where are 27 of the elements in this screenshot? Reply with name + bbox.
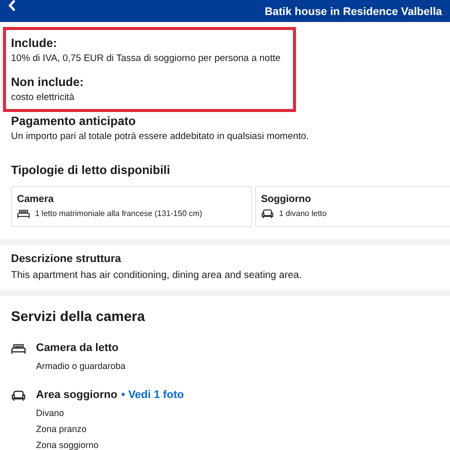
photo-link[interactable]: • Vedi 1 foto bbox=[121, 388, 184, 403]
policy-title: Include: bbox=[11, 36, 58, 51]
policy-title: Non include: bbox=[11, 74, 85, 90]
amenity-item: Armadio o guardaroba bbox=[36, 360, 126, 372]
policy-title: Pagamento anticipato bbox=[11, 114, 137, 129]
amenity-item: Divano bbox=[36, 408, 66, 419]
section-heading: Tipologie di letto disponibili bbox=[11, 162, 172, 178]
bed-icon bbox=[17, 209, 30, 220]
policy-text: costo elettricità bbox=[11, 92, 76, 104]
policy-text: Un importo pari al totale potrà essere addebitato in qualsiasi momento. bbox=[11, 130, 310, 143]
amenity-item: Zona pranzo bbox=[36, 424, 88, 436]
room-name: Camera bbox=[17, 194, 55, 206]
amenity-item: Zona soggiorno bbox=[36, 440, 100, 450]
policy-text: 10% di IVA, 0,75 EUR di Tassa di soggiorno per persona a notte bbox=[11, 53, 282, 65]
section-heading: Descrizione struttura bbox=[11, 253, 122, 267]
section-heading: Servizi della camera bbox=[11, 308, 146, 326]
back-icon[interactable] bbox=[8, 0, 16, 12]
description-text: This apartment has air conditioning, dining area and seating area. bbox=[11, 270, 303, 282]
room-name: Soggiorno bbox=[261, 194, 312, 206]
amenity-group-title: Camera da letto bbox=[36, 342, 119, 356]
bed-description: 1 letto matrimoniale alla francese (131-150 cm) bbox=[35, 209, 202, 220]
bed-description: 1 divano letto bbox=[279, 209, 327, 220]
header-subtitle: Batik house in Residence Valbella bbox=[264, 6, 442, 20]
bed-icon bbox=[11, 342, 26, 355]
amenity-group-title: Area soggiorno bbox=[36, 388, 118, 403]
sofa-icon bbox=[261, 209, 274, 220]
sofa-icon bbox=[11, 390, 26, 402]
